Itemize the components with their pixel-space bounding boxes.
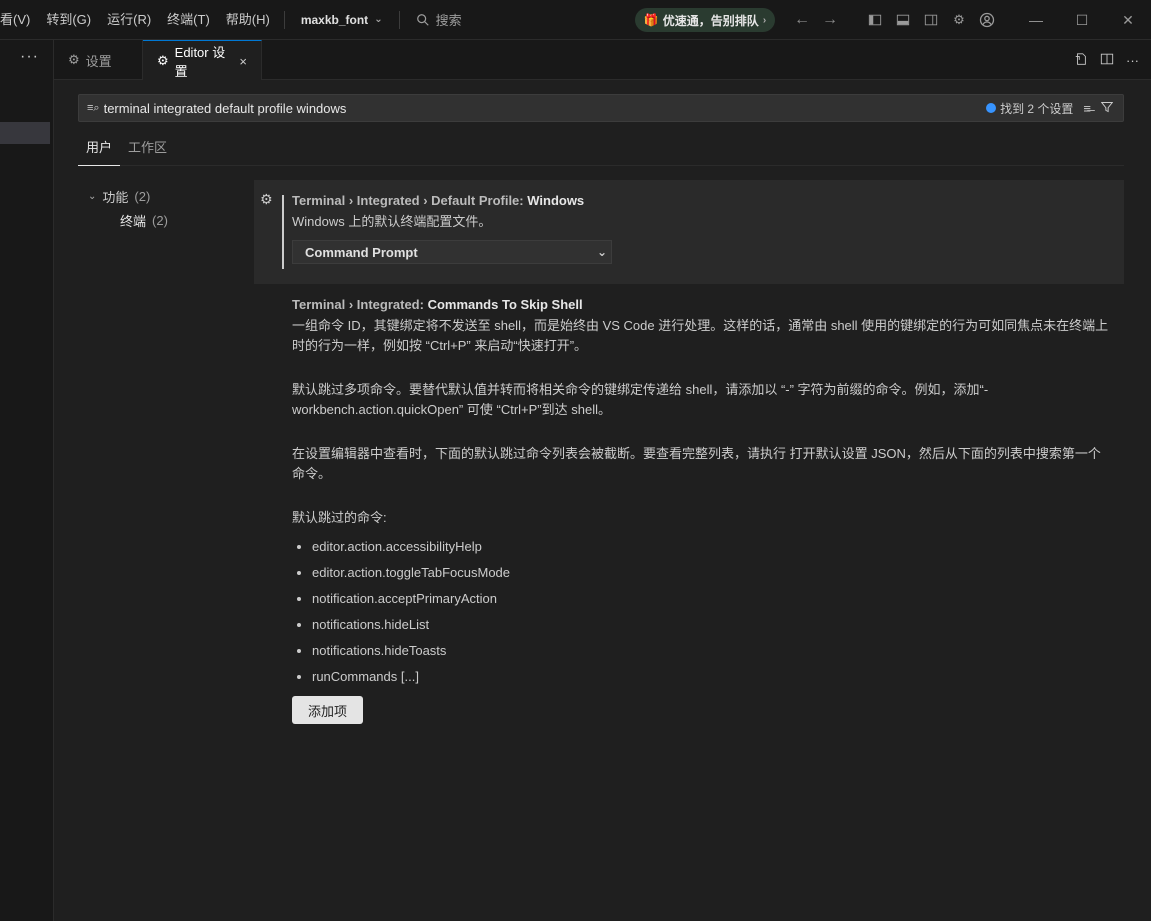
toc-terminal-label: 终端	[120, 213, 147, 229]
list-item: runCommands [...]	[312, 664, 1112, 690]
command-center-search[interactable]: 搜索	[406, 10, 472, 29]
default-commands-heading: 默认跳过的命令:	[292, 510, 387, 525]
editor-tab-bar: ⚙ 设置 ⚙ Editor 设置 × ···	[54, 40, 1151, 81]
menu-run[interactable]: 运行(R)	[99, 0, 159, 40]
setting-title: Terminal › Integrated › Default Profile:…	[292, 193, 1112, 208]
setting-key: Windows	[527, 193, 585, 208]
selected-sidebar-row[interactable]	[0, 122, 50, 144]
toc-features-label: 功能	[102, 189, 129, 205]
menu-view[interactable]: 看(V)	[0, 0, 38, 40]
modified-indicator	[282, 195, 284, 269]
forward-arrow-icon[interactable]: →	[822, 11, 838, 29]
split-editor-icon[interactable]	[1100, 52, 1114, 69]
setting-title: Terminal › Integrated: Commands To Skip …	[292, 297, 1112, 312]
open-settings-json-icon[interactable]	[1074, 52, 1088, 69]
toc-item-terminal[interactable]: 终端 (2)	[88, 208, 168, 232]
setting-description-paragraph: 默认跳过多项命令。要替代默认值并转而将相关命令的键绑定传递给 shell，请添加…	[292, 382, 989, 417]
setting-default-profile-windows: Terminal › Integrated › Default Profile:…	[292, 193, 1112, 264]
settings-search-input[interactable]	[99, 99, 987, 117]
maximize-icon[interactable]: ☐	[1059, 0, 1105, 40]
setting-path: Terminal › Integrated › Default Profile:	[292, 193, 528, 208]
menu-divider	[283, 10, 285, 29]
title-bar: 看(V) 转到(G) 运行(R) 终端(T) 帮助(H) maxkb_font …	[0, 0, 1151, 40]
list-item: notifications.hideToasts	[312, 638, 1112, 664]
toggle-secondary-sidebar-icon[interactable]	[922, 11, 940, 29]
project-divider	[398, 10, 400, 29]
tab-editor-settings[interactable]: ⚙ Editor 设置 ×	[143, 40, 262, 81]
tab-editor-settings-label: Editor 设置	[174, 45, 226, 79]
back-arrow-icon[interactable]: ←	[794, 11, 810, 29]
settings-editor: ≡⌕ 找到 2 个设置 ≡̶ 用户 工作区 ⌄ 功能 (2) 终端 (2) ⚙ …	[54, 80, 1151, 921]
promo-badge[interactable]: 🎁 优速通，告别排队 ›	[635, 8, 775, 32]
setting-description: Windows 上的默认终端配置文件。	[292, 214, 492, 229]
toc-terminal-count: (2)	[152, 212, 168, 228]
history-navigation: ← →	[794, 0, 838, 40]
toggle-panel-icon[interactable]	[894, 11, 912, 29]
more-actions-icon[interactable]: ···	[1126, 53, 1139, 68]
window-controls: — ☐ ✕	[1013, 0, 1151, 40]
filter-search-icon: ≡⌕	[87, 101, 100, 114]
toggle-primary-sidebar-icon[interactable]	[866, 11, 884, 29]
close-tab-icon[interactable]: ×	[239, 54, 247, 69]
filter-icon[interactable]	[1100, 101, 1114, 116]
project-name: maxkb_font	[300, 12, 369, 27]
side-bar: ···	[0, 40, 54, 921]
menu-help[interactable]: 帮助(H)	[218, 0, 278, 40]
toc-features-count: (2)	[134, 188, 151, 204]
promo-label: 优速通，告别排队	[662, 13, 759, 28]
search-result-label: 找到 2 个设置	[1000, 101, 1074, 116]
search-result-count: 找到 2 个设置	[986, 100, 1073, 117]
chevron-down-icon: ⌄	[88, 190, 97, 202]
list-item: notification.acceptPrimaryAction	[312, 586, 1112, 612]
info-icon	[986, 103, 997, 113]
chevron-down-icon: ⌄	[374, 14, 383, 25]
list-item: editor.action.accessibilityHelp	[312, 534, 1112, 560]
default-commands-list: editor.action.accessibilityHelp editor.a…	[292, 534, 1112, 690]
close-icon[interactable]: ✕	[1105, 0, 1151, 40]
tab-workspace[interactable]: 工作区	[120, 138, 175, 166]
gear-icon: ⚙	[68, 52, 80, 67]
settings-toc: ⌄ 功能 (2) 终端 (2)	[88, 184, 168, 232]
setting-commands-to-skip-shell: Terminal › Integrated: Commands To Skip …	[292, 297, 1112, 724]
account-icon[interactable]	[978, 11, 996, 29]
setting-key: Commands To Skip Shell	[427, 297, 583, 312]
toc-item-features[interactable]: ⌄ 功能 (2)	[88, 184, 168, 208]
tab-settings-label: 设置	[85, 53, 112, 69]
editor-actions: ···	[1074, 40, 1139, 80]
gift-icon: 🎁	[643, 13, 659, 27]
default-profile-value: Command Prompt	[305, 244, 418, 260]
setting-description-paragraph: 在设置编辑器中查看时，下面的默认跳过命令列表会被截断。要查看完整列表，请执行 打…	[292, 446, 1101, 481]
gear-icon: ⚙	[157, 53, 169, 68]
menu-bar: 看(V) 转到(G) 运行(R) 终端(T) 帮助(H)	[0, 0, 278, 40]
setting-gear-icon[interactable]: ⚙	[260, 191, 273, 208]
tab-user[interactable]: 用户	[78, 138, 121, 166]
more-actions-icon[interactable]: ···	[20, 48, 39, 66]
layout-controls: ⚙	[866, 0, 996, 40]
default-profile-select[interactable]: Command Prompt ⌄	[292, 240, 612, 264]
setting-description-paragraph: 一组命令 ID，其键绑定将不发送至 shell，而是始终由 VS Code 进行…	[292, 318, 1109, 353]
minimize-icon[interactable]: —	[1013, 0, 1059, 40]
list-item: editor.action.toggleTabFocusMode	[312, 560, 1112, 586]
search-icon	[416, 13, 429, 26]
menu-terminal[interactable]: 终端(T)	[159, 0, 218, 40]
chevron-down-icon: ⌄	[596, 245, 607, 259]
project-picker[interactable]: maxkb_font ⌄	[291, 13, 393, 27]
tab-settings[interactable]: ⚙ 设置	[54, 40, 143, 80]
settings-scope-tabs: 用户 工作区	[78, 138, 1124, 166]
menu-go[interactable]: 转到(G)	[38, 0, 99, 40]
command-center-label: 搜索	[435, 13, 462, 28]
list-item: notifications.hideList	[312, 612, 1112, 638]
settings-search-box: ≡⌕ 找到 2 个设置 ≡̶	[78, 94, 1124, 122]
chevron-right-icon: ›	[762, 14, 767, 26]
clear-filter-icon[interactable]: ≡̶	[1083, 101, 1091, 116]
setting-path: Terminal › Integrated:	[292, 297, 428, 312]
add-item-button[interactable]: 添加项	[292, 696, 363, 724]
gear-icon[interactable]: ⚙	[950, 11, 968, 29]
